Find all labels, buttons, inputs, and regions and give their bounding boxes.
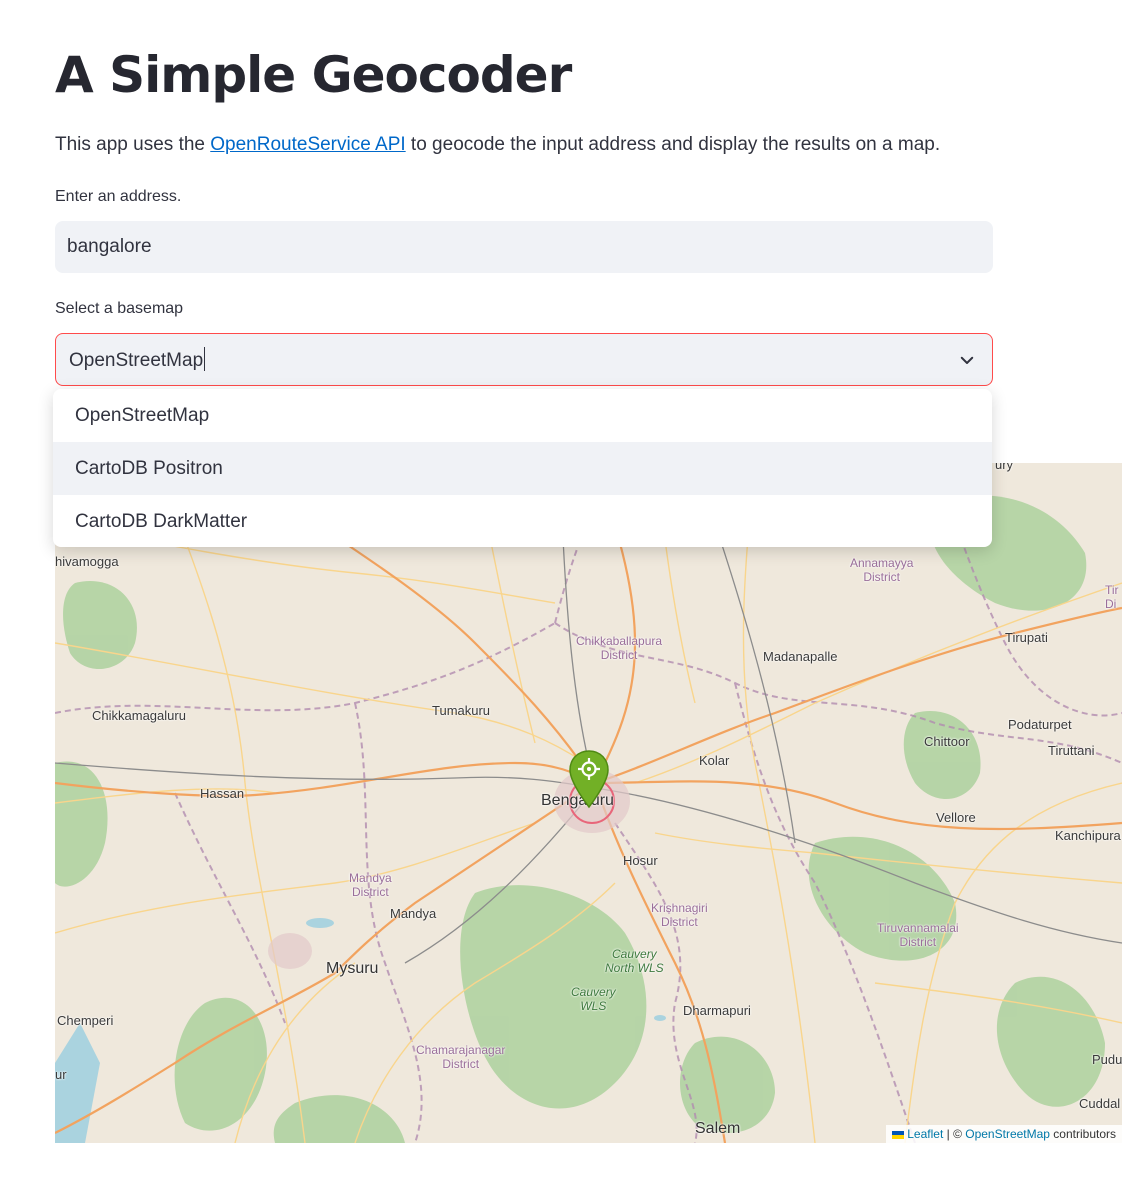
option-cartodb-positron[interactable]: CartoDB Positron (53, 442, 992, 495)
place-kanchipuram: Kanchipura (1055, 828, 1121, 843)
map[interactable]: hivamogga Annamayya District Chikkaballa… (55, 463, 1122, 1143)
place-dharmapuri: Dharmapuri (683, 1003, 751, 1018)
leaflet-link[interactable]: Leaflet (907, 1127, 943, 1141)
option-openstreetmap[interactable]: OpenStreetMap (53, 389, 992, 442)
place-cuddal: Cuddal (1079, 1096, 1121, 1111)
place-pudu: Pudu (1092, 1052, 1122, 1067)
place-krishnagiri-district: Krishnagiri District (651, 901, 708, 929)
place-hassan: Hassan (200, 786, 245, 801)
chevron-down-icon[interactable] (958, 351, 976, 369)
place-mandya: Mandya (390, 906, 437, 921)
intro-before: This app uses the (55, 134, 211, 155)
place-chikkamagaluru: Chikkamagaluru (92, 708, 186, 723)
place-chittoor: Chittoor (924, 734, 970, 749)
place-vellore: Vellore (936, 810, 976, 825)
place-cauvery-north-wls: Cauvery North WLS (605, 947, 664, 975)
page-title: A Simple Geocoder (55, 46, 572, 104)
ukraine-flag-icon (892, 1131, 905, 1139)
place-ur: ur (55, 1067, 67, 1082)
intro-after: to geocode the input address and display… (405, 134, 941, 155)
address-label: Enter an address. (55, 188, 182, 205)
place-cauvery-wls: Cauvery WLS (571, 985, 616, 1013)
attribution-suffix: contributors (1049, 1127, 1116, 1141)
place-annamayya-district: Annamayya District (850, 556, 914, 584)
place-mandya-district: Mandya District (349, 871, 392, 899)
place-tiruttani: Tiruttani (1048, 743, 1095, 758)
address-input[interactable] (55, 221, 993, 273)
basemap-label: Select a basemap (55, 300, 184, 317)
basemap-select-value: OpenStreetMap (69, 347, 206, 372)
attribution-separator: | © (943, 1127, 966, 1141)
place-mysuru: Mysuru (326, 960, 379, 977)
place-salem: Salem (695, 1120, 741, 1137)
openrouteservice-link[interactable]: OpenRouteService API (210, 134, 405, 155)
place-podaturpet: Podaturpet (1008, 717, 1072, 732)
place-shivamogga: hivamogga (55, 554, 119, 569)
place-kolar: Kolar (699, 753, 730, 768)
basemap-select[interactable]: OpenStreetMap (55, 333, 993, 386)
place-hosur: Hosur (623, 853, 658, 868)
place-tumakuru: Tumakuru (432, 703, 491, 718)
place-chamarajanagar-district: Chamarajanagar District (416, 1043, 506, 1071)
basemap-dropdown: OpenStreetMap CartoDB Positron CartoDB D… (53, 389, 992, 547)
place-chemperi: Chemperi (57, 1013, 114, 1028)
place-tiruvannamalai-district: Tiruvannamalai District (877, 921, 959, 949)
place-tir-edge: Tir Di (1105, 583, 1119, 611)
place-ury-edge: ury (995, 463, 1014, 472)
place-madanapalle: Madanapalle (763, 649, 838, 664)
option-cartodb-darkmatter[interactable]: CartoDB DarkMatter (53, 495, 992, 547)
map-attribution: Leaflet | © OpenStreetMap contributors (886, 1125, 1122, 1143)
intro-text: This app uses the OpenRouteService API t… (55, 131, 940, 159)
place-chikkaballapura-district: Chikkaballapura District (576, 634, 663, 662)
openstreetmap-link[interactable]: OpenStreetMap (965, 1127, 1050, 1141)
location-marker-icon[interactable] (567, 749, 611, 809)
place-tirupati: Tirupati (1005, 630, 1048, 645)
